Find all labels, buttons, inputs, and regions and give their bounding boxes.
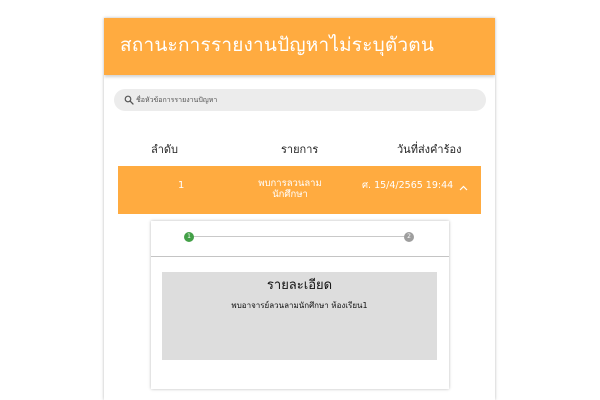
search-input[interactable] [136,92,476,108]
column-header-item: รายการ [281,143,319,156]
table-row[interactable]: 1 พบการลวนลามนักศึกษา ศ. 15/4/2565 19:44 [118,166,481,214]
detail-box: รายละเอียด พบอาจารย์ลวนลามนักศึกษา ห้องเ… [162,272,437,360]
detail-title: รายละเอียด [266,278,333,293]
column-header-date: วันที่ส่งคำร้อง [397,143,462,156]
chevron-up-icon[interactable] [459,185,468,191]
step-1-indicator[interactable]: 1 [184,232,194,242]
divider [151,256,449,257]
page-header: สถานะการรายงานปัญหาไม่ระบุตัวตน [104,18,495,75]
report-status-card: สถานะการรายงานปัญหาไม่ระบุตัวตน ลำดับ รา… [104,18,495,400]
step-2-indicator[interactable]: 2 [404,232,414,242]
row-item: พบการลวนลามนักศึกษา [258,178,322,200]
page-title: สถานะการรายงานปัญหาไม่ระบุตัวตน [120,34,435,56]
search-icon [124,95,134,105]
detail-text: พบอาจารย์ลวนลามนักศึกษา ห้องเรียน1 [231,301,368,310]
stepper-connector [189,236,407,237]
column-header-order: ลำดับ [151,143,179,156]
row-order: 1 [178,180,185,191]
detail-panel: 1 2 รายละเอียด พบอาจารย์ลวนลามนักศึกษา ห… [151,221,449,389]
row-date: ศ. 15/4/2565 19:44 [362,180,454,191]
search-bar[interactable] [114,89,486,111]
